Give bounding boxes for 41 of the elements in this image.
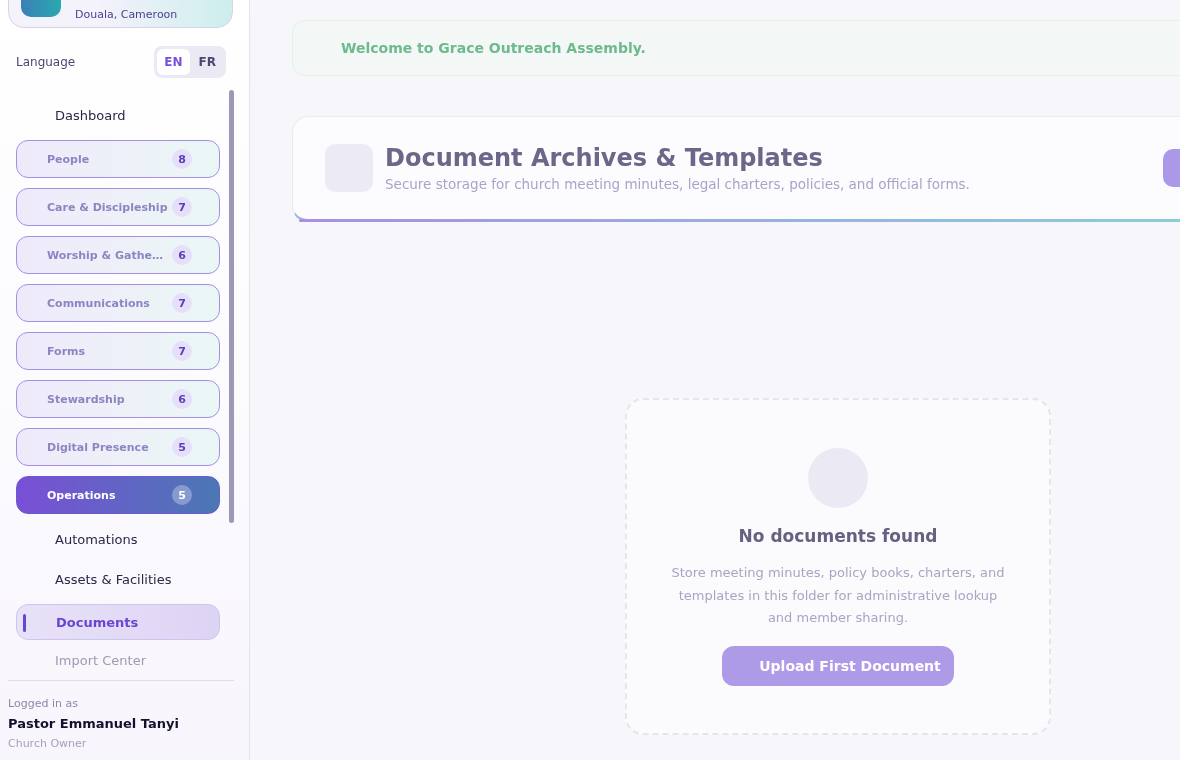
count-badge: 5 [172, 485, 192, 505]
count-badge: 6 [172, 389, 192, 409]
empty-description: Store meeting minutes, policy books, charters, and templates in this folder for administrative lookup and member sharing. [670, 564, 1006, 627]
nav-group[interactable]: People 8 [16, 140, 220, 178]
count-badge: 6 [172, 245, 192, 265]
count-badge: 8 [172, 149, 192, 169]
count-badge: 7 [172, 341, 192, 361]
nav-group[interactable]: Digital Presence 5 [16, 428, 220, 466]
church-logo-icon [21, 0, 61, 17]
nav-group-label: Stewardship [47, 392, 125, 406]
nav-group-label: Care & Discipleship [47, 200, 168, 214]
nav-group-label: Forms [47, 344, 86, 358]
church-location: Douala, Cameroon [75, 8, 178, 21]
page-subtitle: Secure storage for church meeting minutes, legal charters, policies, and official forms. [385, 176, 971, 192]
count-badge: 7 [172, 293, 192, 313]
nav-group-label: People [47, 152, 90, 166]
nav-group[interactable]: Stewardship 6 [16, 380, 220, 418]
nav-item[interactable]: Documents [16, 604, 220, 640]
welcome-text: Welcome to Grace Outreach Assembly. [341, 40, 646, 56]
nav-group-label: Worship & Gathe… [47, 248, 163, 262]
language-option[interactable]: EN [157, 49, 190, 75]
nav-group[interactable]: Care & Discipleship 7 [16, 188, 220, 226]
count-badge: 7 [172, 197, 192, 217]
language-option[interactable]: FR [191, 49, 223, 75]
language-label: Language [16, 55, 76, 69]
nav-group[interactable]: Worship & Gathe… 6 [16, 236, 220, 274]
count-badge: 5 [172, 437, 192, 457]
nav-group-label: Operations [47, 488, 116, 502]
login-caption: Logged in as [8, 697, 79, 710]
user-role: Church Owner [8, 737, 88, 750]
user-name: Pastor Emmanuel Tanyi [8, 716, 180, 731]
page-title: Document Archives & Templates [385, 144, 824, 172]
nav-group-label: Communications [47, 296, 150, 310]
nav-item[interactable]: Assets & Facilities [16, 564, 220, 594]
nav-item[interactable]: Dashboard [16, 100, 220, 130]
nav-group[interactable]: Operations 5 [16, 476, 220, 514]
nav-group[interactable]: Forms 7 [16, 332, 220, 370]
nav-group-label: Digital Presence [47, 440, 149, 454]
empty-title: No documents found [738, 526, 938, 546]
nav-group[interactable]: Communications 7 [16, 284, 220, 322]
nav-item[interactable]: Automations [16, 524, 220, 554]
